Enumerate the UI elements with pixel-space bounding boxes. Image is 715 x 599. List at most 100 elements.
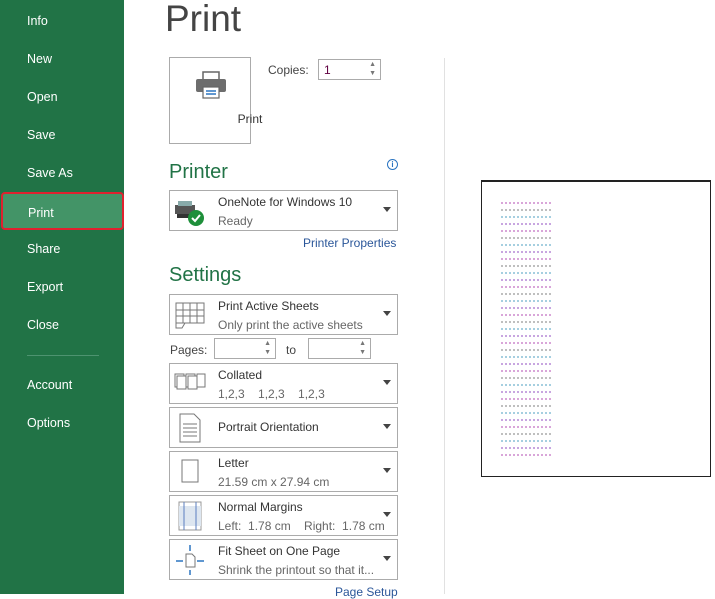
scaling-subtitle: Shrink the printout so that it... bbox=[218, 563, 375, 577]
preview-row bbox=[501, 230, 551, 232]
pane-divider bbox=[444, 58, 445, 594]
preview-row bbox=[501, 370, 551, 372]
chevron-down-icon bbox=[383, 468, 391, 473]
nav-item-open[interactable]: Open bbox=[0, 78, 124, 116]
preview-row bbox=[501, 440, 551, 442]
print-what-subtitle: Only print the active sheets bbox=[218, 318, 363, 332]
nav-item-info[interactable]: Info bbox=[0, 2, 124, 40]
preview-row bbox=[501, 384, 551, 386]
preview-row bbox=[501, 412, 551, 414]
scaling-dropdown[interactable]: Fit Sheet on One Page Shrink the printou… bbox=[169, 539, 398, 580]
paper-subtitle: 21.59 cm x 27.94 cm bbox=[218, 475, 330, 489]
preview-row bbox=[501, 398, 551, 400]
scaling-title: Fit Sheet on One Page bbox=[218, 544, 341, 558]
print-button-label: Print bbox=[237, 112, 263, 126]
print-what-dropdown[interactable]: Print Active Sheets Only print the activ… bbox=[169, 294, 398, 335]
spin-down-icon[interactable]: ▼ bbox=[369, 70, 376, 78]
preview-row bbox=[501, 251, 551, 253]
preview-row bbox=[501, 335, 551, 337]
preview-row bbox=[501, 426, 551, 428]
nav-item-new[interactable]: New bbox=[0, 40, 124, 78]
printer-dropdown[interactable]: OneNote for Windows 10 Ready bbox=[169, 190, 398, 231]
preview-row bbox=[501, 293, 551, 295]
copies-value: 1 bbox=[324, 63, 331, 77]
fit-to-page-icon bbox=[176, 545, 204, 575]
margins-dropdown[interactable]: Normal Margins Left: 1.78 cm Right: 1.78… bbox=[169, 495, 398, 536]
print-button[interactable]: Print bbox=[169, 57, 262, 144]
chevron-down-icon bbox=[383, 424, 391, 429]
collation-subtitle: 1,2,3 1,2,3 1,2,3 bbox=[218, 387, 325, 401]
preview-row bbox=[501, 342, 551, 344]
collation-title: Collated bbox=[218, 368, 263, 382]
preview-row bbox=[501, 363, 551, 365]
preview-row bbox=[501, 356, 551, 358]
paper-size-dropdown[interactable]: Letter 21.59 cm x 27.94 cm bbox=[169, 451, 398, 492]
preview-row bbox=[501, 237, 551, 239]
preview-row bbox=[501, 216, 551, 218]
preview-row bbox=[501, 405, 551, 407]
paper-icon bbox=[181, 459, 199, 483]
nav-item-print[interactable]: Print bbox=[1, 192, 124, 230]
paper-title: Letter bbox=[218, 456, 249, 470]
chevron-down-icon bbox=[383, 311, 391, 316]
printer-status: Ready bbox=[218, 214, 253, 228]
preview-row bbox=[501, 349, 551, 351]
preview-row bbox=[501, 300, 551, 302]
copies-label: Copies: bbox=[268, 63, 309, 77]
info-icon[interactable]: i bbox=[387, 159, 398, 170]
nav-item-account[interactable]: Account bbox=[0, 366, 124, 404]
preview-row bbox=[501, 447, 551, 449]
preview-row bbox=[501, 258, 551, 260]
preview-row bbox=[501, 272, 551, 274]
page-setup-link[interactable]: Page Setup bbox=[335, 585, 398, 599]
collated-icon bbox=[174, 373, 206, 390]
preview-row bbox=[501, 244, 551, 246]
orientation-dropdown[interactable]: Portrait Orientation bbox=[169, 407, 398, 448]
chevron-down-icon bbox=[383, 380, 391, 385]
margins-subtitle: Left: 1.78 cm Right: 1.78 cm bbox=[218, 519, 385, 533]
preview-row bbox=[501, 377, 551, 379]
nav-item-options[interactable]: Options bbox=[0, 404, 124, 442]
margins-icon bbox=[178, 501, 202, 531]
preview-row bbox=[501, 433, 551, 435]
spin-down-icon[interactable]: ▼ bbox=[264, 349, 271, 357]
nav-item-save[interactable]: Save bbox=[0, 116, 124, 154]
preview-row bbox=[501, 328, 551, 330]
printer-icon bbox=[196, 71, 226, 99]
printer-name: OneNote for Windows 10 bbox=[218, 195, 353, 209]
copies-stepper[interactable]: 1 ▲ ▼ bbox=[318, 59, 381, 80]
preview-row bbox=[501, 391, 551, 393]
printer-heading: Printer bbox=[169, 161, 228, 183]
nav-item-export[interactable]: Export bbox=[0, 268, 124, 306]
portrait-page-icon bbox=[179, 413, 201, 443]
settings-heading: Settings bbox=[169, 264, 242, 286]
spin-down-icon[interactable]: ▼ bbox=[359, 349, 366, 357]
pages-to-stepper[interactable]: ▲ ▼ bbox=[308, 338, 371, 359]
preview-row bbox=[501, 314, 551, 316]
pages-from-stepper[interactable]: ▲ ▼ bbox=[214, 338, 276, 359]
margins-title: Normal Margins bbox=[218, 500, 303, 514]
sheet-grid-icon bbox=[175, 302, 205, 329]
print-what-title: Print Active Sheets bbox=[218, 299, 319, 313]
preview-row bbox=[501, 286, 551, 288]
nav-item-close[interactable]: Close bbox=[0, 306, 124, 344]
preview-row bbox=[501, 419, 551, 421]
chevron-down-icon bbox=[383, 556, 391, 561]
printer-properties-link[interactable]: Printer Properties bbox=[303, 236, 396, 250]
nav-item-share[interactable]: Share bbox=[0, 230, 124, 268]
collation-dropdown[interactable]: Collated 1,2,3 1,2,3 1,2,3 bbox=[169, 363, 398, 404]
page-title: Print bbox=[165, 0, 242, 39]
nav-item-save-as[interactable]: Save As bbox=[0, 154, 124, 192]
pages-to-label: to bbox=[286, 343, 297, 357]
print-preview bbox=[481, 180, 711, 477]
orientation-title: Portrait Orientation bbox=[218, 420, 319, 434]
spin-up-icon[interactable]: ▲ bbox=[264, 340, 271, 348]
chevron-down-icon bbox=[383, 207, 391, 212]
backstage-nav: Info New Open Save Save As Print Share Export Cl… bbox=[0, 0, 124, 594]
preview-row bbox=[501, 321, 551, 323]
preview-row bbox=[501, 307, 551, 309]
chevron-down-icon bbox=[383, 512, 391, 517]
nav-divider bbox=[27, 355, 99, 356]
spin-up-icon[interactable]: ▲ bbox=[369, 61, 376, 69]
spin-up-icon[interactable]: ▲ bbox=[359, 340, 366, 348]
